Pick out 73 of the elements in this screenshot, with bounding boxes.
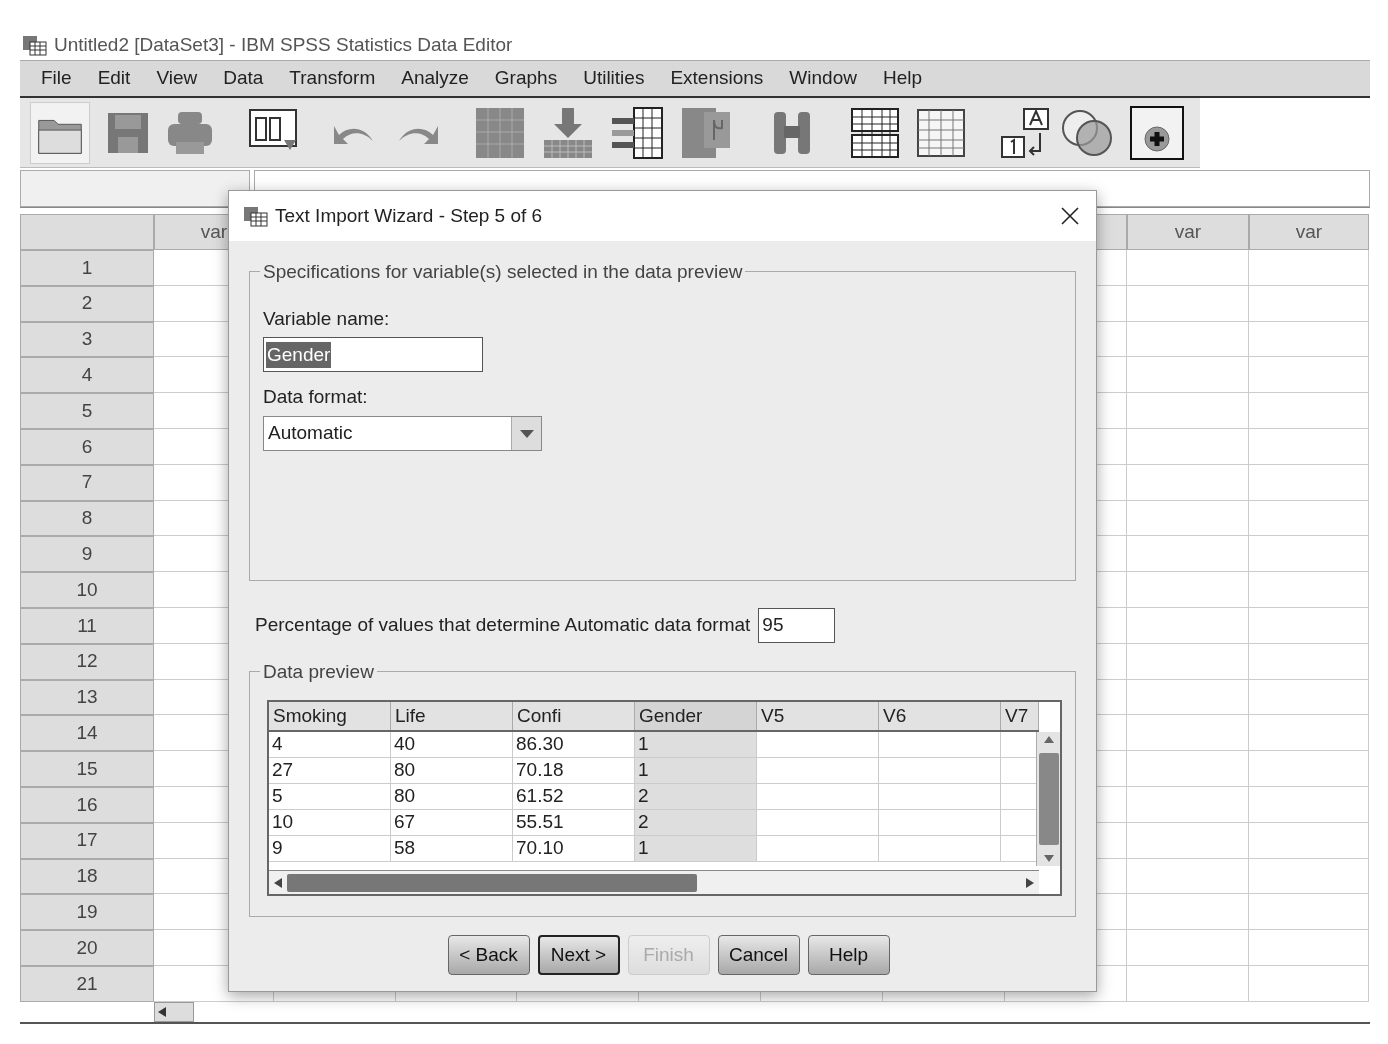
row-header[interactable]: 19 bbox=[20, 894, 154, 931]
table-cell: 1 bbox=[635, 836, 757, 862]
table-cell: 86.30 bbox=[513, 732, 635, 758]
row-header[interactable]: 13 bbox=[20, 679, 154, 716]
column-header[interactable]: Smoking bbox=[269, 702, 391, 730]
wizard-button[interactable]: Cancel bbox=[717, 935, 800, 975]
table-cell: 2 bbox=[635, 784, 757, 810]
table-cell: 2 bbox=[635, 810, 757, 836]
menu-item[interactable]: Utilities bbox=[570, 60, 658, 97]
menu-item[interactable]: Data bbox=[210, 60, 277, 97]
table-cell: 27 bbox=[269, 758, 391, 784]
variable-name-label: Variable name: bbox=[263, 308, 390, 330]
data-format-label: Data format: bbox=[263, 386, 368, 408]
data-format-dropdown[interactable]: Automatic bbox=[263, 416, 542, 451]
table-cell: 9 bbox=[269, 836, 391, 862]
table-cell: 61.52 bbox=[513, 784, 635, 810]
column-header[interactable]: V6 bbox=[879, 702, 1001, 730]
row-header[interactable]: 4 bbox=[20, 357, 154, 394]
row-header[interactable]: 16 bbox=[20, 786, 154, 823]
menu-item[interactable]: Help bbox=[869, 60, 935, 97]
row-header[interactable]: 1 bbox=[20, 250, 154, 286]
percentage-field[interactable]: 95 bbox=[758, 608, 836, 643]
table-cell: 67 bbox=[391, 810, 513, 836]
table-cell: 5 bbox=[269, 784, 391, 810]
table-cell: 80 bbox=[391, 758, 513, 784]
row-header[interactable]: 7 bbox=[20, 464, 154, 501]
row-header[interactable]: 8 bbox=[20, 500, 154, 537]
table-cell: 1 bbox=[635, 758, 757, 784]
row-header[interactable]: 18 bbox=[20, 858, 154, 895]
column-header[interactable]: var bbox=[1249, 214, 1369, 250]
table-cell: 70.18 bbox=[513, 758, 635, 784]
menu-item[interactable]: Graphs bbox=[481, 60, 571, 97]
row-header[interactable]: 9 bbox=[20, 536, 154, 573]
row-header[interactable]: 21 bbox=[20, 965, 154, 1002]
row-header[interactable]: 10 bbox=[20, 572, 154, 608]
column-header[interactable]: V7 bbox=[1001, 702, 1039, 730]
table-cell: 1 bbox=[635, 732, 757, 758]
window-title: Untitled2 [DataSet3] - IBM SPSS Statistics Data Editor bbox=[54, 32, 513, 57]
column-header[interactable]: Gender bbox=[635, 702, 757, 730]
wizard-button[interactable]: Next > bbox=[537, 935, 620, 975]
menu-item[interactable]: Edit bbox=[84, 60, 144, 97]
table-cell: 55.51 bbox=[513, 810, 635, 836]
row-header[interactable]: 14 bbox=[20, 715, 154, 752]
wizard-button[interactable]: < Back bbox=[447, 935, 530, 975]
menu-item[interactable]: Window bbox=[776, 60, 870, 97]
row-header[interactable]: 17 bbox=[20, 822, 154, 859]
row-header[interactable]: 15 bbox=[20, 751, 154, 787]
column-header[interactable]: V5 bbox=[757, 702, 879, 730]
column-header[interactable]: var bbox=[1127, 214, 1249, 250]
table-cell: 40 bbox=[391, 732, 513, 758]
menu-item[interactable]: File bbox=[28, 60, 85, 97]
table-cell: 80 bbox=[391, 784, 513, 810]
menu-item[interactable]: Transform bbox=[276, 60, 389, 97]
row-header[interactable]: 2 bbox=[20, 285, 154, 322]
row-header[interactable]: 6 bbox=[20, 429, 154, 465]
menu-item[interactable]: View bbox=[143, 60, 211, 97]
row-header[interactable]: 12 bbox=[20, 643, 154, 680]
wizard-button[interactable]: Help bbox=[807, 935, 890, 975]
table-cell: 58 bbox=[391, 836, 513, 862]
column-header[interactable]: Life bbox=[391, 702, 513, 730]
row-header[interactable]: 11 bbox=[20, 607, 154, 644]
table-cell: 4 bbox=[269, 732, 391, 758]
dialog-title: Text Import Wizard - Step 5 of 6 bbox=[275, 203, 544, 228]
table-cell: 70.10 bbox=[513, 836, 635, 862]
row-header[interactable]: 5 bbox=[20, 393, 154, 429]
column-header[interactable]: Confi bbox=[513, 702, 635, 730]
row-header[interactable]: 3 bbox=[20, 321, 154, 358]
menu-item[interactable]: Extensions bbox=[657, 60, 777, 97]
row-header[interactable]: 20 bbox=[20, 930, 154, 966]
percentage-label: Percentage of values that determine Automatic data format bbox=[255, 613, 751, 638]
variable-name-field[interactable]: Gender bbox=[263, 337, 483, 372]
menu-item[interactable]: Analyze bbox=[388, 60, 482, 97]
table-cell: 10 bbox=[269, 810, 391, 836]
